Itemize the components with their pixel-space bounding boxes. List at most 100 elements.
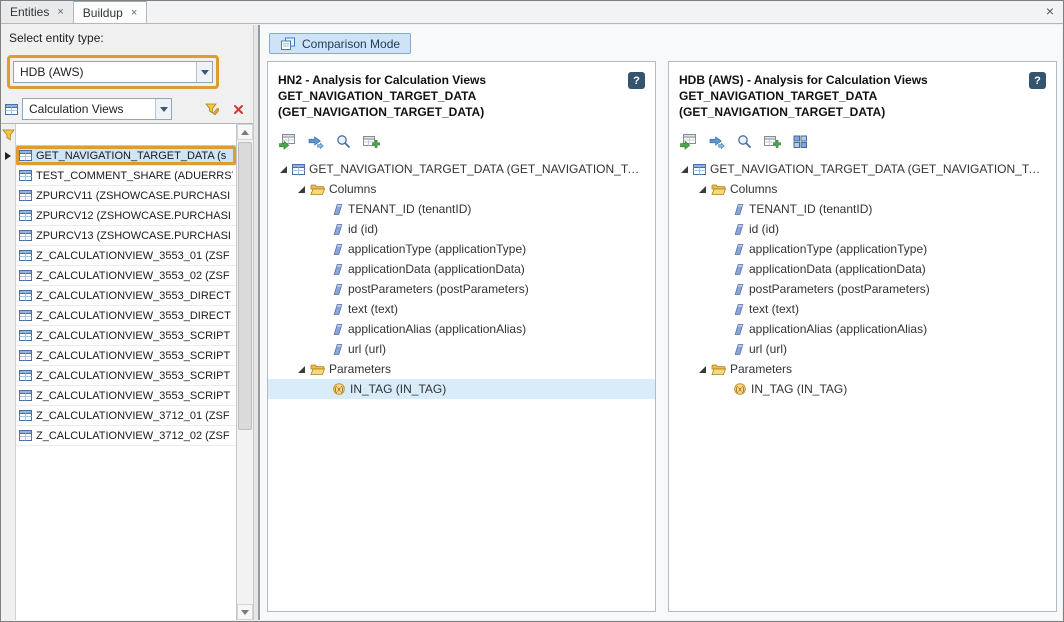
search-button[interactable] (735, 133, 754, 150)
row-gutter (1, 206, 16, 226)
column-icon (733, 263, 745, 276)
tree-node-label: url (url) (348, 342, 386, 356)
tree-group-node[interactable]: Parameters (268, 359, 655, 379)
tree-item-node[interactable]: id (id) (669, 219, 1056, 239)
tree-item-node[interactable]: applicationType (applicationType) (268, 239, 655, 259)
tree-group-node[interactable]: Parameters (669, 359, 1056, 379)
tree-item-node[interactable]: (x)IN_TAG (IN_TAG) (268, 379, 655, 399)
expand-twisty-icon[interactable] (699, 366, 706, 373)
entity-list-item[interactable]: ZPURCV11 (ZSHOWCASE.PURCHASI (1, 186, 236, 206)
entity-list-scrollbar[interactable] (237, 123, 253, 620)
tree-group-node[interactable]: Columns (268, 179, 655, 199)
calculation-view-icon (19, 329, 32, 342)
entity-list-item[interactable]: Z_CALCULATIONVIEW_3712_01 (ZSF (1, 406, 236, 426)
entity-list-item[interactable]: Z_CALCULATIONVIEW_3553_DIRECT (1, 306, 236, 326)
row-gutter (1, 246, 16, 266)
tab-bar: Entities × Buildup × × (1, 1, 1063, 24)
column-icon (332, 263, 344, 276)
tree-group-node[interactable]: Columns (669, 179, 1056, 199)
tree-item-node[interactable]: TENANT_ID (tenantID) (669, 199, 1056, 219)
scrollbar-thumb[interactable] (238, 142, 252, 430)
entity-list-item[interactable]: ZPURCV12 (ZSHOWCASE.PURCHASI (1, 206, 236, 226)
tree-root-node[interactable]: GET_NAVIGATION_TARGET_DATA (GET_NAVIGATI… (669, 159, 1056, 179)
entity-list-item[interactable]: GET_NAVIGATION_TARGET_DATA (s (1, 146, 236, 166)
column-icon (733, 303, 745, 316)
tree-item-node[interactable]: text (text) (268, 299, 655, 319)
expand-twisty-icon[interactable] (280, 166, 287, 173)
tab-close-icon[interactable]: × (131, 7, 137, 19)
tree-item-node[interactable]: TENANT_ID (tenantID) (268, 199, 655, 219)
entity-list-item[interactable]: Z_CALCULATIONVIEW_3553_02 (ZSF (1, 266, 236, 286)
entity-label: TEST_COMMENT_SHARE (ADUERRST (36, 170, 233, 182)
entity-list-item[interactable]: TEST_COMMENT_SHARE (ADUERRST (1, 166, 236, 186)
calculation-view-icon (19, 349, 32, 362)
search-button[interactable] (334, 133, 353, 150)
column-icon (733, 243, 745, 256)
tree-item-node[interactable]: (x)IN_TAG (IN_TAG) (669, 379, 1056, 399)
comparison-mode-button[interactable]: Comparison Mode (269, 33, 411, 54)
entity-list-item[interactable]: ZPURCV13 (ZSHOWCASE.PURCHASI (1, 226, 236, 246)
tree-item-node[interactable]: applicationType (applicationType) (669, 239, 1056, 259)
filter-button[interactable] (201, 99, 223, 119)
tree-item-node[interactable]: postParameters (postParameters) (669, 279, 1056, 299)
tree-node-label: text (text) (749, 302, 799, 316)
tree-item-node[interactable]: applicationData (applicationData) (669, 259, 1056, 279)
expand-twisty-icon[interactable] (298, 186, 305, 193)
entity-list-filler (1, 446, 236, 620)
column-icon (733, 343, 745, 356)
panel-header: HN2 - Analysis for Calculation Views GET… (276, 72, 647, 120)
tree-item-node[interactable]: url (url) (669, 339, 1056, 359)
entity-cell: ZPURCV13 (ZSHOWCASE.PURCHASI (16, 226, 236, 246)
add-data-button[interactable] (763, 133, 782, 150)
calculation-view-icon (19, 189, 32, 202)
grid-view-button[interactable] (791, 133, 810, 150)
row-gutter (1, 166, 16, 186)
export-data-button[interactable] (278, 133, 297, 150)
entity-cell: ZPURCV11 (ZSHOWCASE.PURCHASI (16, 186, 236, 206)
tree-item-node[interactable]: applicationAlias (applicationAlias) (268, 319, 655, 339)
entity-list-item[interactable]: Z_CALCULATIONVIEW_3553_SCRIPT (1, 346, 236, 366)
tree-item-node[interactable]: text (text) (669, 299, 1056, 319)
scroll-up-icon[interactable] (237, 124, 253, 140)
filter-cell[interactable] (16, 124, 236, 146)
panel-title: HDB (AWS) - Analysis for Calculation Vie… (679, 72, 928, 120)
entity-list-item[interactable]: Z_CALCULATIONVIEW_3712_02 (ZSF (1, 426, 236, 446)
panel-title-line: GET_NAVIGATION_TARGET_DATA (679, 88, 928, 104)
entity-list-item[interactable]: Z_CALCULATIONVIEW_3553_DIRECT (1, 286, 236, 306)
tree-item-node[interactable]: url (url) (268, 339, 655, 359)
transfer-data-button[interactable] (707, 133, 726, 150)
close-icon[interactable]: × (1046, 4, 1054, 18)
scroll-down-icon[interactable] (237, 604, 253, 620)
tree-item-node[interactable]: id (id) (268, 219, 655, 239)
export-data-button[interactable] (679, 133, 698, 150)
calculation-view-icon (693, 163, 706, 176)
tab-close-icon[interactable]: × (57, 6, 63, 18)
tree-item-node[interactable]: postParameters (postParameters) (268, 279, 655, 299)
add-data-button[interactable] (362, 133, 381, 150)
calculation-view-icon (19, 289, 32, 302)
help-icon[interactable]: ? (628, 72, 645, 89)
chevron-down-icon[interactable] (155, 99, 171, 119)
expand-twisty-icon[interactable] (298, 366, 305, 373)
entity-list-item[interactable]: Z_CALCULATIONVIEW_3553_SCRIPT (1, 386, 236, 406)
entity-list-item[interactable]: Z_CALCULATIONVIEW_3553_SCRIPT (1, 326, 236, 346)
clear-filter-button[interactable] (227, 99, 249, 119)
help-icon[interactable]: ? (1029, 72, 1046, 89)
tree-item-node[interactable]: applicationData (applicationData) (268, 259, 655, 279)
folder-icon (310, 363, 325, 376)
panel-title-line: HDB (AWS) - Analysis for Calculation Vie… (679, 72, 928, 88)
tree-root-node[interactable]: GET_NAVIGATION_TARGET_DATA (GET_NAVIGATI… (268, 159, 655, 179)
tree-node-label: id (id) (749, 222, 779, 236)
view-type-dropdown[interactable]: Calculation Views (22, 98, 172, 120)
chevron-down-icon[interactable] (196, 62, 212, 82)
tree-item-node[interactable]: applicationAlias (applicationAlias) (669, 319, 1056, 339)
tab-buildup[interactable]: Buildup × (74, 1, 147, 23)
entity-type-dropdown[interactable]: HDB (AWS) (13, 61, 213, 83)
expand-twisty-icon[interactable] (699, 186, 706, 193)
column-icon (733, 283, 745, 296)
transfer-data-button[interactable] (306, 133, 325, 150)
entity-list-item[interactable]: Z_CALCULATIONVIEW_3553_SCRIPT (1, 366, 236, 386)
expand-twisty-icon[interactable] (681, 166, 688, 173)
tab-entities[interactable]: Entities × (1, 1, 74, 23)
entity-list-item[interactable]: Z_CALCULATIONVIEW_3553_01 (ZSF (1, 246, 236, 266)
